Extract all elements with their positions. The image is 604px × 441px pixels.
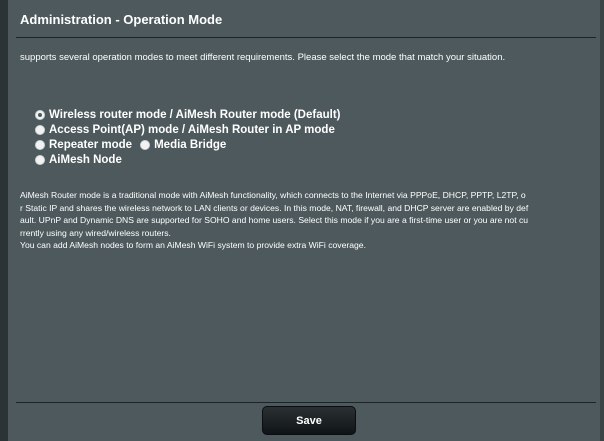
description-line: ault. UPnP and Dynamic DNS are supported… [20,215,529,226]
radio-button[interactable] [35,124,45,135]
mode-row: Access Point(AP) mode / AiMesh Router in… [35,122,435,137]
description-line: AiMesh Router mode is a traditional mode… [20,190,526,200]
access-point-mode-option[interactable]: Access Point(AP) mode / AiMesh Router in… [35,124,335,136]
operation-mode-page: Administration - Operation Mode supports… [0,0,604,441]
intro-text: supports several operation modes to meet… [20,52,506,63]
radio-button[interactable] [35,139,45,150]
description-line: You can add AiMesh nodes to form an AiMe… [20,240,366,251]
radio-button[interactable] [35,154,45,165]
media-bridge-option[interactable]: Media Bridge [140,139,226,151]
mode-row: Repeater mode Media Bridge [35,137,435,152]
description-line: r Static IP and shares the wireless netw… [20,202,529,213]
footer-divider [16,402,596,403]
operation-mode-options: Wireless router mode / AiMesh Router mod… [35,107,435,167]
mode-label: Wireless router mode / AiMesh Router mod… [49,108,341,121]
right-scrollbar-edge[interactable] [600,0,604,441]
mode-row: AiMesh Node [35,152,435,167]
aimesh-node-option[interactable]: AiMesh Node [35,154,122,166]
mode-description: AiMesh Router mode is a traditional mode… [20,189,592,252]
description-line: rrently using any wired/wireless routers… [20,227,171,238]
mode-label: Repeater mode [49,138,133,151]
wireless-router-mode-option[interactable]: Wireless router mode / AiMesh Router mod… [35,109,341,121]
mode-label: Access Point(AP) mode / AiMesh Router in… [49,123,335,136]
title-divider [16,37,596,38]
radio-button[interactable] [140,139,151,150]
mode-label: AiMesh Node [49,153,122,166]
repeater-mode-option[interactable]: Repeater mode [35,139,132,151]
mode-label: Media Bridge [154,138,227,151]
radio-button-selected[interactable] [35,109,45,120]
save-button[interactable]: Save [262,406,356,435]
left-panel-edge [0,0,8,441]
page-title: Administration - Operation Mode [20,12,223,27]
mode-row: Wireless router mode / AiMesh Router mod… [35,107,435,122]
